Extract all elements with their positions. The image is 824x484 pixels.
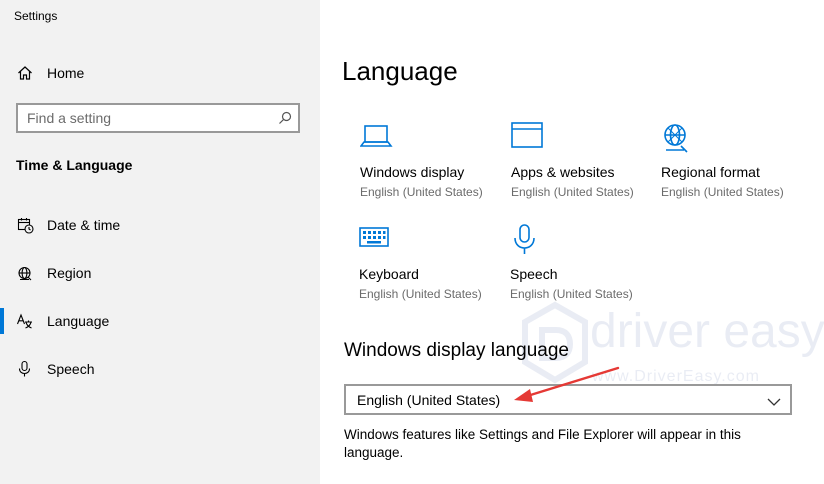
tile-name: Windows display [360,164,465,180]
tile-subtitle: English (United States) [359,287,482,301]
section-heading: Time & Language [16,157,133,173]
display-language-description: Windows features like Settings and File … [344,427,741,460]
sidebar-item-label: Speech [47,361,95,377]
tile-name: Regional format [661,164,760,180]
chevron-down-icon [767,394,781,406]
display-language-heading: Windows display language [344,340,569,361]
sidebar-item-label: Date & time [47,217,121,233]
tile-regional-format[interactable]: Regional format English (United States) [661,122,811,214]
microphone-icon [16,360,34,378]
language-icon [16,312,34,330]
tile-name: Apps & websites [511,164,615,180]
app-title: Settings [14,9,58,23]
sidebar-item-language[interactable]: Language [0,301,320,341]
nav-home-label: Home [47,65,85,81]
tile-keyboard[interactable]: Keyboard English (United States) [359,224,509,316]
tile-windows-display[interactable]: Windows display English (United States) [359,122,510,214]
nav-home[interactable]: Home [0,58,320,88]
browser-window-icon [511,122,545,154]
tile-subtitle: English (United States) [661,185,784,199]
microphone-icon [510,224,544,256]
sidebar-item-date-time[interactable]: Date & time [0,205,320,245]
home-icon [16,64,34,82]
search-box[interactable] [16,103,300,133]
sidebar-item-label: Language [47,313,110,329]
tile-subtitle: English (United States) [511,185,634,199]
tile-speech[interactable]: Speech English (United States) [510,224,660,316]
page-title: Language [342,56,458,86]
laptop-icon [359,122,394,154]
dropdown-selected-value: English (United States) [357,392,501,408]
calendar-clock-icon [16,216,34,234]
active-indicator [0,308,4,334]
search-input[interactable] [18,105,277,131]
tile-name: Speech [510,266,558,282]
settings-window: Settings Home Time & Language [0,0,824,484]
search-icon[interactable] [278,111,292,125]
keyboard-icon [359,224,393,256]
sidebar-item-label: Region [47,265,92,281]
sidebar: Settings Home Time & Language [0,0,320,484]
sidebar-item-region[interactable]: Region [0,253,320,293]
main-content: driver easy www.DriverEasy.com Language … [320,0,824,484]
globe-icon [16,264,34,282]
tile-subtitle: English (United States) [360,185,483,199]
tile-subtitle: English (United States) [510,287,633,301]
sidebar-item-speech[interactable]: Speech [0,349,320,389]
tile-name: Keyboard [359,266,419,282]
display-language-dropdown[interactable]: English (United States) [344,384,792,415]
tile-apps-websites[interactable]: Apps & websites English (United States) [511,122,661,214]
globe-icon [661,122,695,154]
